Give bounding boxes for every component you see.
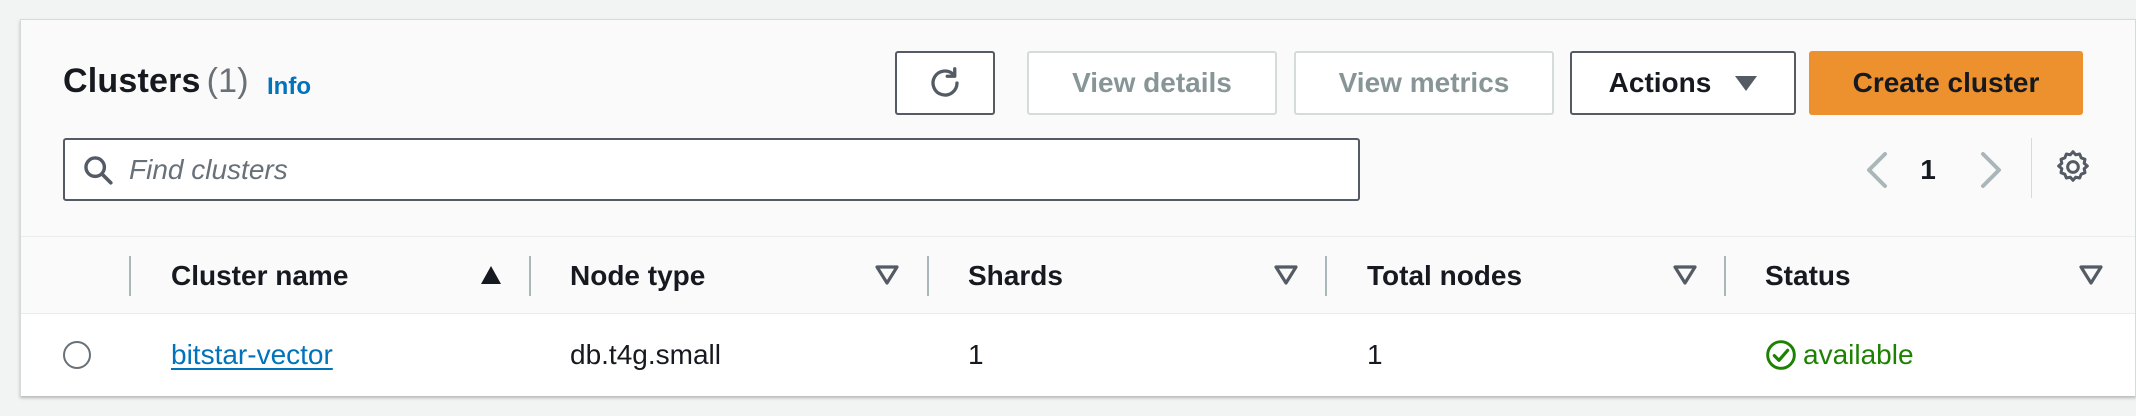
cluster-name-link[interactable]: bitstar-vector xyxy=(171,339,333,371)
column-header-total-nodes[interactable]: Total nodes xyxy=(1367,237,1522,315)
column-label: Shards xyxy=(968,260,1063,291)
current-page-number[interactable]: 1 xyxy=(1913,154,1943,186)
cell-cluster-name: bitstar-vector xyxy=(171,314,333,396)
search-input[interactable] xyxy=(129,153,1329,186)
caret-down-icon xyxy=(1735,75,1758,91)
refresh-icon xyxy=(931,67,959,97)
next-page-icon[interactable] xyxy=(1971,150,2007,190)
column-separator xyxy=(1724,256,1726,296)
sort-ascending-icon[interactable] xyxy=(479,264,503,286)
cluster-count: (1) xyxy=(206,62,249,100)
column-header-node-type[interactable]: Node type xyxy=(570,237,705,315)
check-circle-icon xyxy=(1766,340,1796,370)
actions-dropdown-button[interactable]: Actions xyxy=(1570,51,1796,115)
pager-divider xyxy=(2031,138,2032,198)
column-separator xyxy=(529,256,531,296)
column-label: Status xyxy=(1765,260,1851,291)
view-metrics-button[interactable]: View metrics xyxy=(1294,51,1554,115)
sort-unsorted-icon[interactable] xyxy=(2079,264,2103,286)
table-body: bitstar-vector db.t4g.small 1 1 availabl… xyxy=(21,314,2135,396)
title-text: Clusters xyxy=(63,62,201,100)
info-link[interactable]: Info xyxy=(267,73,311,101)
refresh-button[interactable] xyxy=(895,51,995,115)
column-label: Node type xyxy=(570,260,706,291)
page-title: Clusters (1) xyxy=(63,62,249,101)
cell-shards: 1 xyxy=(968,339,984,370)
table-header: Cluster name Node type Shards Total node… xyxy=(21,236,2135,314)
column-header-shards[interactable]: Shards xyxy=(968,237,1063,315)
column-header-status[interactable]: Status xyxy=(1765,237,1851,315)
search-icon xyxy=(84,155,113,185)
cell-status: available xyxy=(1765,314,1914,396)
column-separator xyxy=(129,256,131,296)
sort-unsorted-icon[interactable] xyxy=(1274,264,1298,286)
cell-node-type: db.t4g.small xyxy=(570,339,721,370)
row-select-radio[interactable] xyxy=(63,341,91,369)
clusters-panel: Clusters (1) Info View details View metri… xyxy=(20,19,2136,396)
sort-unsorted-icon[interactable] xyxy=(1673,264,1697,286)
actions-label: Actions xyxy=(1608,67,1712,98)
column-separator xyxy=(927,256,929,296)
column-label: Cluster name xyxy=(171,260,349,291)
panel-header: Clusters (1) Info View details View metri… xyxy=(21,20,2135,240)
cell-total-nodes: 1 xyxy=(1367,339,1383,370)
view-details-button[interactable]: View details xyxy=(1027,51,1277,115)
create-cluster-button[interactable]: Create cluster xyxy=(1809,51,2083,115)
column-separator xyxy=(1325,256,1327,296)
previous-page-icon[interactable] xyxy=(1861,150,1897,190)
gear-icon[interactable] xyxy=(2053,147,2093,187)
sort-unsorted-icon[interactable] xyxy=(875,264,899,286)
column-header-cluster-name[interactable]: Cluster name xyxy=(171,237,348,315)
status-indicator: available xyxy=(1765,339,1914,371)
column-label: Total nodes xyxy=(1367,260,1523,291)
status-text: available xyxy=(1803,339,1914,370)
search-box xyxy=(63,138,1360,201)
